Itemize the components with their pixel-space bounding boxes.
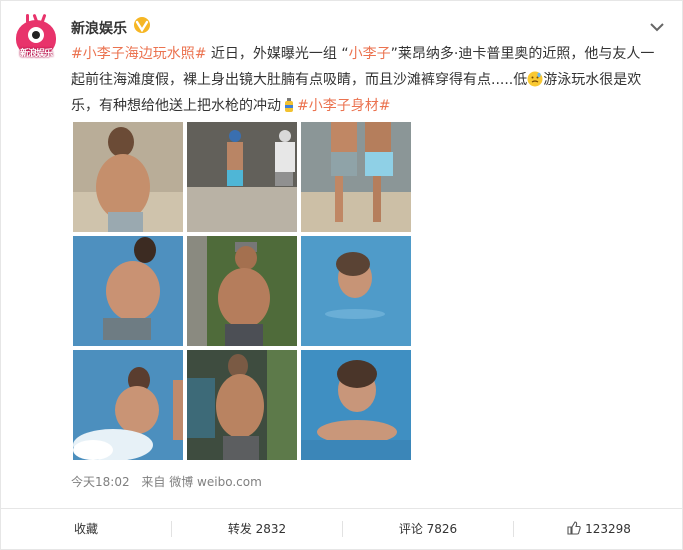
photo-5[interactable]: [187, 236, 297, 346]
embarrassed-emoji-icon: [527, 71, 543, 87]
post-text-segment: 近日，外媒曝光一组 “: [206, 46, 349, 62]
photo-7[interactable]: [73, 350, 183, 460]
like-button[interactable]: 123298: [514, 509, 683, 549]
bottle-emoji-icon: [285, 98, 293, 112]
post-source[interactable]: 来自 微博 weibo.com: [141, 475, 261, 489]
repost-button[interactable]: 转发 2832: [172, 509, 342, 549]
photo-4[interactable]: [73, 236, 183, 346]
repost-label: 转发 2832: [227, 522, 287, 536]
comment-label: 评论 7826: [398, 522, 458, 536]
photo-9[interactable]: [301, 350, 411, 460]
topic-tag-beach[interactable]: #小李子海边玩水照#: [71, 46, 206, 62]
post-meta: 今天18:02 来自 微博 weibo.com: [71, 473, 270, 490]
post-time[interactable]: 今天18:02: [71, 475, 130, 489]
comment-button[interactable]: 评论 7826: [343, 509, 513, 549]
favorite-label: 收藏: [73, 522, 98, 536]
photo-1[interactable]: [73, 122, 183, 232]
photo-2[interactable]: [187, 122, 297, 232]
post-text: #小李子海边玩水照# 近日，外媒曝光一组 “小李子”莱昂纳多·迪卡普里奥的近照，…: [71, 41, 661, 119]
action-bar: 收藏 转发 2832 评论 7826 123298: [1, 509, 683, 549]
like-count: 123298: [585, 522, 631, 536]
username[interactable]: 新浪娱乐: [71, 18, 127, 38]
chevron-down-icon[interactable]: [649, 21, 665, 33]
photo-6[interactable]: [301, 236, 411, 346]
mention-name[interactable]: 小李子: [349, 46, 391, 62]
weibo-post-card: 新浪娱乐 新浪娱乐 #小李子海边玩水照# 近日，外媒曝光一组 “小李子”莱昂纳多…: [0, 0, 683, 550]
photo-8[interactable]: [187, 350, 297, 460]
verified-icon: [134, 17, 150, 33]
avatar-logo-text: 新浪娱乐: [19, 49, 53, 59]
favorite-button[interactable]: 收藏: [1, 509, 171, 549]
photo-grid: [73, 122, 411, 460]
topic-tag-body[interactable]: #小李子身材#: [297, 98, 390, 114]
photo-3[interactable]: [301, 122, 411, 232]
thumbs-up-icon: [567, 521, 581, 535]
avatar[interactable]: 新浪娱乐: [14, 13, 58, 60]
